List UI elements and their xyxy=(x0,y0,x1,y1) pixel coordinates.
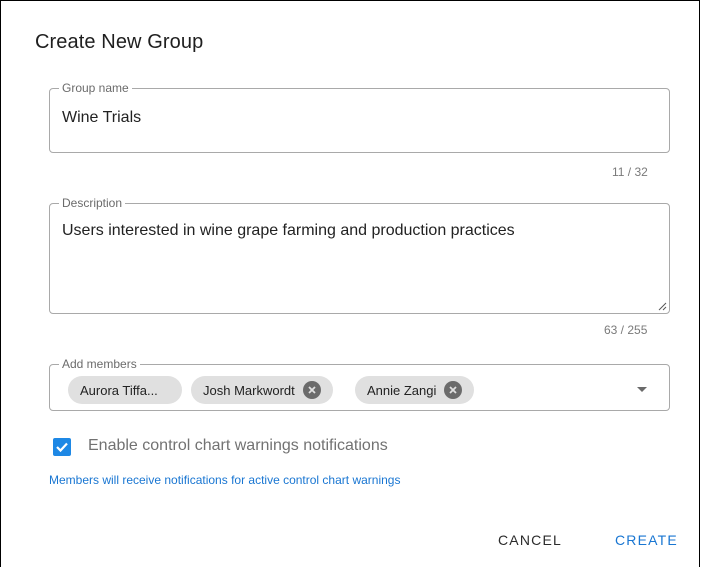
member-chip[interactable]: Annie Zangi xyxy=(355,376,475,404)
description-label: Description xyxy=(59,196,126,210)
add-members-label: Add members xyxy=(59,357,140,371)
member-chip[interactable]: Josh Markwordt xyxy=(191,376,333,404)
add-members-field[interactable]: Add members Aurora Tiffa... Josh Markwor… xyxy=(49,357,670,411)
member-chip-label: Aurora Tiffa... xyxy=(80,382,158,398)
group-name-counter: 11 / 32 xyxy=(612,165,648,179)
cancel-button[interactable]: CANCEL xyxy=(498,532,562,548)
remove-chip-icon[interactable] xyxy=(302,381,321,399)
dialog-title: Create New Group xyxy=(35,31,204,53)
member-chip-label: Josh Markwordt xyxy=(203,382,295,398)
notifications-checkbox[interactable] xyxy=(53,438,71,456)
dropdown-arrow-icon[interactable] xyxy=(637,387,647,392)
member-chip-label: Annie Zangi xyxy=(367,382,437,398)
group-name-input[interactable]: Wine Trials xyxy=(62,109,141,127)
create-group-dialog: Create New Group Group name Wine Trials … xyxy=(0,0,700,567)
group-name-label: Group name xyxy=(59,81,132,95)
description-textarea[interactable]: Users interested in wine grape farming a… xyxy=(62,222,515,240)
description-field[interactable]: Description Users interested in wine gra… xyxy=(49,196,670,314)
notifications-checkbox-label[interactable]: Enable control chart warnings notificati… xyxy=(88,437,388,455)
checkmark-icon xyxy=(56,442,68,453)
resize-grip-icon[interactable] xyxy=(658,302,667,311)
group-name-field[interactable]: Group name Wine Trials xyxy=(49,81,670,153)
notifications-hint: Members will receive notifications for a… xyxy=(49,473,401,487)
create-button[interactable]: CREATE xyxy=(615,532,678,548)
member-chip[interactable]: Aurora Tiffa... xyxy=(68,376,182,404)
remove-chip-icon[interactable] xyxy=(444,381,463,399)
description-counter: 63 / 255 xyxy=(604,323,648,337)
